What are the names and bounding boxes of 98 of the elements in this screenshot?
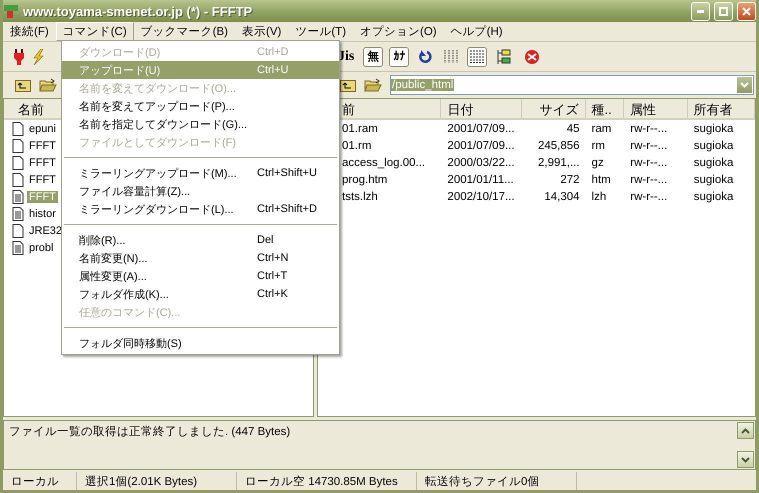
scroll-down-button[interactable]: [737, 451, 754, 468]
table-cell-text: lzh: [590, 190, 608, 202]
table-cell-text: rw-r--...: [629, 140, 668, 152]
column-header[interactable]: 属性: [624, 99, 688, 118]
toolbar-button[interactable]: ｶﾅ: [389, 46, 410, 66]
status-text: ローカル空 14730.85M Bytes: [237, 472, 417, 490]
app-icon: [3, 3, 19, 19]
plug-icon[interactable]: [13, 48, 25, 64]
table-cell-text: 2001/07/09...: [446, 140, 516, 152]
table-cell-text: sugioka: [692, 122, 734, 134]
table-cell-text: 2001/01/11...: [446, 174, 515, 186]
table-cell-text: gz: [590, 156, 605, 168]
table-cell-text: 2,991,...: [536, 156, 581, 168]
open-folder-icon[interactable]: [39, 78, 57, 92]
menu-item[interactable]: オプション(O): [353, 22, 444, 41]
file-name[interactable]: FFFT: [27, 174, 58, 186]
chevron-up-icon: [741, 428, 750, 434]
table-cell-text: rw-r--...: [629, 190, 668, 202]
table-cell-text: 272: [559, 174, 581, 186]
chevron-down-icon: [740, 82, 749, 88]
text-file-icon: [12, 240, 24, 254]
menu-item[interactable]: 属性変更(A)... Ctrl+T: [62, 267, 339, 285]
parent-folder-icon[interactable]: [15, 78, 31, 92]
table-cell-text: ram: [590, 122, 612, 134]
file-name[interactable]: probl: [27, 242, 56, 254]
maximize-button[interactable]: [714, 2, 733, 20]
table-cell-text: 14,304: [543, 190, 581, 202]
status-text: ローカル: [3, 472, 77, 490]
minimize-button[interactable]: [691, 2, 710, 20]
scroll-up-button[interactable]: [737, 422, 754, 439]
menu-item[interactable]: フォルダ同時移動(S): [62, 334, 339, 352]
blank-file-icon: [12, 122, 24, 136]
log-message: ファイル一覧の取得は正常終了しました. (447 Bytes): [9, 426, 290, 438]
status-text: 転送待ちファイル0個: [417, 472, 577, 490]
lightning-icon[interactable]: [31, 48, 45, 64]
blank-file-icon: [12, 172, 24, 186]
table-cell-text: 45: [566, 122, 581, 134]
table-cell-text: 2001/07/09...: [446, 122, 516, 134]
table-cell-text: sugioka: [692, 156, 734, 168]
table-cell-text: 01.ram: [341, 122, 379, 134]
tree-icon: [496, 48, 512, 64]
table-cell-text: sugioka: [692, 140, 734, 152]
stop-icon: [524, 48, 540, 64]
column-header[interactable]: 日付: [441, 99, 522, 118]
table-cell-text: 245,856: [536, 140, 581, 152]
open-folder-icon[interactable]: [364, 78, 382, 92]
table-cell-text: 01.rm: [341, 140, 372, 152]
close-button[interactable]: [737, 2, 756, 20]
menu-item[interactable]: ツール(T): [288, 22, 354, 41]
file-name[interactable]: JRE32: [27, 224, 64, 236]
details-view-button[interactable]: [467, 46, 488, 66]
details-view-icon: [470, 50, 484, 63]
menu-item[interactable]: ミラーリングアップロード(M)... Ctrl+Shift+U: [62, 164, 339, 182]
menu-item[interactable]: ブックマーク(B): [134, 22, 235, 41]
table-cell-text: rw-r--...: [629, 122, 668, 134]
parent-folder-icon[interactable]: [340, 78, 356, 92]
menu-item[interactable]: ヘルプ(H): [444, 22, 510, 41]
list-view-icon: [444, 50, 458, 63]
file-name[interactable]: FFFT: [27, 156, 58, 168]
menu-item[interactable]: 名前を指定してダウンロード(G)...: [62, 115, 339, 133]
blank-file-icon: [12, 138, 24, 152]
minimize-icon: [697, 10, 704, 12]
status-text: 選択1個(2.01K Bytes): [77, 472, 237, 490]
table-cell-text: htm: [590, 174, 612, 186]
file-name[interactable]: FFFT: [27, 140, 58, 152]
table-cell-text: 2002/10/17...: [446, 190, 516, 202]
text-file-icon: [12, 190, 24, 204]
menu-item[interactable]: 削除(R)... Del: [62, 231, 339, 249]
menu-item[interactable]: ファイル容量計算(Z)...: [62, 182, 339, 200]
file-name[interactable]: histor: [27, 208, 58, 220]
table-cell-text: sugioka: [692, 174, 734, 186]
menu-item[interactable]: 名前変更(N)... Ctrl+N: [62, 249, 339, 267]
chevron-down-icon: [741, 456, 750, 462]
blank-file-icon: [12, 156, 24, 170]
table-cell-text: access_log.00...: [341, 156, 426, 168]
column-header[interactable]: 種..: [586, 99, 624, 118]
column-header[interactable]: 所有者: [688, 99, 755, 118]
toolbar-button[interactable]: 無: [363, 46, 384, 66]
table-cell-text: rm: [590, 140, 606, 152]
menu-item[interactable]: ミラーリングダウンロード(L)... Ctrl+Shift+D: [62, 200, 339, 218]
text-file-icon: [12, 206, 24, 220]
table-cell-text: prog.htm: [341, 174, 388, 186]
table-cell-text: rw-r--...: [629, 156, 668, 168]
close-icon: [742, 6, 751, 16]
table-cell-text: tsts.lzh: [341, 190, 379, 202]
menu-item[interactable]: 表示(V): [235, 22, 288, 41]
refresh-icon: [418, 50, 432, 64]
dropdown-button[interactable]: [736, 76, 753, 94]
table-cell-text: 2000/03/22...: [446, 156, 516, 168]
table-cell-text: sugioka: [692, 190, 734, 202]
file-name[interactable]: epuni: [27, 122, 58, 134]
column-header[interactable]: サイズ: [522, 99, 586, 118]
window-title: www.toyama-smenet.or.jp (*) - FFFTP: [23, 4, 254, 18]
table-cell-text: rw-r--...: [629, 174, 668, 186]
menu-item[interactable]: 接続(F): [3, 22, 56, 41]
blank-file-icon: [12, 224, 24, 238]
maximize-icon: [719, 6, 728, 16]
menu-item[interactable]: フォルダ作成(K)... Ctrl+K: [62, 285, 339, 303]
